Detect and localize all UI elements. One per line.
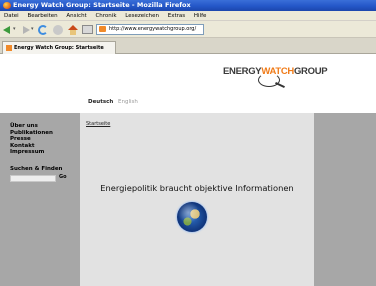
search-go-button[interactable]: Go [59,174,67,180]
navigation-toolbar: ▾ ▾ http://www.energywatchgroup.org/ [0,21,376,38]
menu-hilfe[interactable]: Hilfe [194,13,207,19]
sidebar-item-impressum[interactable]: Impressum [0,149,80,156]
address-bar[interactable]: http://www.energywatchgroup.org/ [96,24,204,35]
stop-icon[interactable] [53,25,63,35]
globe-icon [177,202,207,232]
firefox-icon [3,2,11,9]
window-title: Energy Watch Group: Startseite - Mozilla… [13,1,191,9]
logo-text-energy: ENERGY [223,66,262,77]
web-page: ENERGYWATCHGROUP Deutsch English Über un… [0,55,376,286]
print-icon[interactable] [82,25,93,34]
page-headline: Energiepolitik braucht objektive Informa… [100,183,294,193]
tab-bar: Energy Watch Group: Startseite × [0,38,376,87]
site-favicon-icon [99,26,106,32]
menu-bearbeiten[interactable]: Bearbeiten [27,13,57,19]
menu-bar: Datei Bearbeiten Ansicht Chronik Lesezei… [0,11,376,21]
back-history-dropdown-icon[interactable]: ▾ [13,25,18,34]
search-heading: Suchen & Finden [10,166,63,172]
language-switch: Deutsch English [88,99,138,105]
forward-arrow-icon[interactable] [21,25,31,34]
home-icon[interactable] [68,25,78,35]
menu-datei[interactable]: Datei [4,13,19,19]
tab-favicon-icon [6,45,12,51]
tab-label: Energy Watch Group: Startseite [14,45,104,51]
language-deutsch[interactable]: Deutsch [88,99,113,105]
reload-icon[interactable] [38,25,48,35]
language-english[interactable]: English [118,99,138,105]
right-sidebar [314,113,376,286]
menu-ansicht[interactable]: Ansicht [66,13,86,19]
tab-startseite[interactable]: Energy Watch Group: Startseite [2,41,116,54]
logo-text-group: GROUP [293,66,328,77]
menu-lesezeichen[interactable]: Lesezeichen [125,13,159,19]
main-content: Startseite Energiepolitik braucht objekt… [80,113,314,286]
window-titlebar: Energy Watch Group: Startseite - Mozilla… [0,0,376,11]
sidebar-nav: Über uns Publikationen Presse Kontakt Im… [0,123,80,156]
back-arrow-icon[interactable] [3,25,13,34]
forward-history-dropdown-icon[interactable]: ▾ [31,25,36,34]
address-bar-url: http://www.energywatchgroup.org/ [109,26,197,32]
search-input[interactable] [10,175,56,182]
menu-extras[interactable]: Extras [168,13,185,19]
menu-chronik[interactable]: Chronik [95,13,116,19]
sidebar: Über uns Publikationen Presse Kontakt Im… [0,113,80,286]
breadcrumb[interactable]: Startseite [86,121,110,127]
